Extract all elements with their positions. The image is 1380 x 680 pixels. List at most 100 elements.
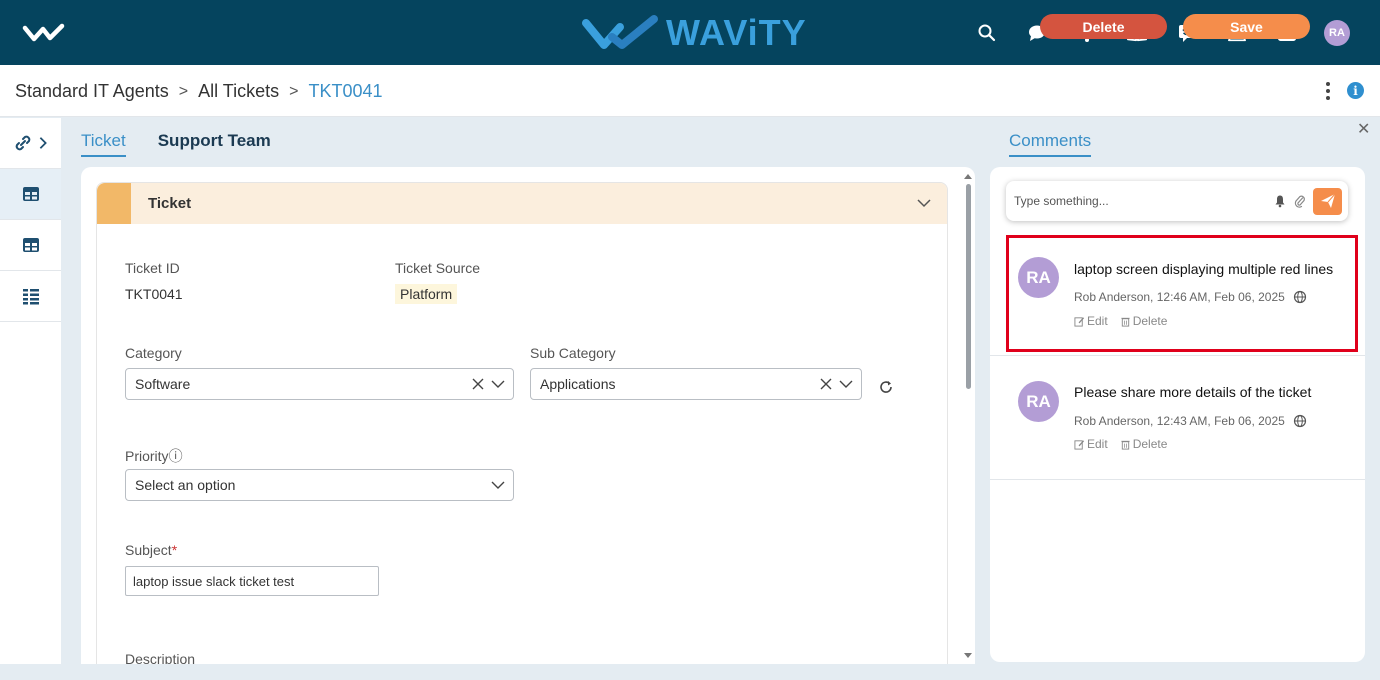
send-button[interactable] bbox=[1313, 187, 1342, 215]
delete-comment-button[interactable]: Delete bbox=[1120, 314, 1167, 328]
sub-category-value: Applications bbox=[540, 376, 616, 392]
search-icon bbox=[978, 24, 996, 42]
top-navigation-bar: WAViTY 12 RA bbox=[0, 0, 1380, 65]
comment-author-time: Rob Anderson, 12:43 AM, Feb 06, 2025 bbox=[1074, 414, 1285, 428]
required-marker: * bbox=[171, 542, 178, 558]
refresh-icon[interactable] bbox=[878, 379, 894, 395]
breadcrumb-all-tickets[interactable]: All Tickets bbox=[198, 81, 279, 102]
comment-actions: Edit Delete bbox=[1074, 437, 1167, 451]
globe-icon bbox=[1293, 290, 1306, 304]
search-button[interactable] bbox=[962, 18, 1012, 48]
avatar: RA bbox=[1018, 381, 1059, 422]
ticket-source-value: Platform bbox=[395, 284, 458, 304]
ticket-section-header[interactable]: Ticket bbox=[97, 183, 947, 224]
send-icon bbox=[1320, 193, 1335, 208]
close-icon[interactable]: ✕ bbox=[1357, 119, 1370, 139]
rail-item-table-2[interactable] bbox=[0, 220, 61, 271]
bell-icon[interactable] bbox=[1273, 194, 1287, 208]
delete-button[interactable]: Delete bbox=[1040, 14, 1167, 39]
globe-icon bbox=[1293, 414, 1306, 428]
scroll-up-arrow[interactable] bbox=[964, 174, 972, 179]
subject-input[interactable]: laptop issue slack ticket test bbox=[125, 566, 379, 596]
chevron-down-icon[interactable] bbox=[491, 377, 505, 391]
ticket-id-value: TKT0041 bbox=[125, 286, 183, 302]
category-value: Software bbox=[135, 376, 191, 392]
table-icon bbox=[22, 187, 39, 201]
rail-item-list[interactable] bbox=[0, 271, 61, 322]
subject-value: laptop issue slack ticket test bbox=[133, 573, 295, 589]
breadcrumb: Standard IT Agents > All Tickets > TKT00… bbox=[15, 81, 383, 102]
rail-link-toggle[interactable] bbox=[0, 118, 61, 169]
breadcrumb-separator: > bbox=[289, 82, 299, 100]
paperclip-icon[interactable] bbox=[1293, 194, 1307, 208]
ticket-section: Ticket Ticket ID TKT0041 Ticket Source P… bbox=[96, 182, 948, 664]
tab-comments[interactable]: Comments bbox=[1009, 131, 1092, 157]
breadcrumb-current-ticket: TKT0041 bbox=[308, 81, 383, 101]
ticket-source-label: Ticket Source bbox=[395, 260, 481, 276]
chevron-down-icon[interactable] bbox=[491, 478, 505, 492]
subject-label: Subject* bbox=[125, 542, 177, 558]
edit-comment-button[interactable]: Edit bbox=[1074, 437, 1108, 451]
breadcrumb-standard-it-agents[interactable]: Standard IT Agents bbox=[15, 81, 169, 102]
ticket-id-label: Ticket ID bbox=[125, 260, 180, 276]
chevron-down-icon[interactable] bbox=[839, 377, 853, 391]
priority-label: Priorityⓘ bbox=[125, 446, 183, 466]
ticket-form-panel: Ticket Ticket ID TKT0041 Ticket Source P… bbox=[81, 167, 975, 664]
comment-meta: Rob Anderson, 12:43 AM, Feb 06, 2025 bbox=[1074, 414, 1307, 428]
user-avatar-button[interactable]: RA bbox=[1312, 18, 1362, 48]
comment-text: laptop screen displaying multiple red li… bbox=[1074, 261, 1334, 277]
wavity-logo-icon[interactable] bbox=[22, 20, 66, 46]
description-label: Description bbox=[125, 651, 196, 664]
chevron-right-icon bbox=[39, 137, 47, 149]
sub-category-select[interactable]: Applications bbox=[530, 368, 862, 400]
scroll-thumb[interactable] bbox=[966, 184, 971, 389]
comment-input[interactable]: Type something... bbox=[1006, 181, 1348, 221]
priority-value: Select an option bbox=[135, 477, 236, 493]
avatar: RA bbox=[1324, 20, 1350, 46]
priority-info-icon[interactable]: ⓘ bbox=[169, 448, 183, 464]
edit-label: Edit bbox=[1087, 437, 1108, 451]
avatar: RA bbox=[1018, 257, 1059, 298]
delete-comment-button[interactable]: Delete bbox=[1120, 437, 1168, 451]
detail-tabs: Ticket Support Team bbox=[81, 131, 271, 157]
list-icon bbox=[22, 289, 39, 305]
info-icon[interactable]: i bbox=[1347, 82, 1364, 99]
priority-select[interactable]: Select an option bbox=[125, 469, 514, 501]
comment-item: RA laptop screen displaying multiple red… bbox=[990, 235, 1365, 356]
category-select[interactable]: Software bbox=[125, 368, 514, 400]
delete-label: Delete bbox=[1132, 437, 1168, 451]
priority-label-text: Priority bbox=[125, 448, 169, 464]
edit-label: Edit bbox=[1087, 314, 1108, 328]
left-rail bbox=[0, 118, 61, 664]
form-scrollbar[interactable] bbox=[963, 172, 973, 664]
comment-item: RA Please share more details of the tick… bbox=[990, 356, 1365, 480]
section-color-tag bbox=[97, 183, 131, 224]
clear-icon[interactable] bbox=[819, 377, 833, 391]
tab-ticket[interactable]: Ticket bbox=[81, 131, 126, 157]
more-options-icon[interactable] bbox=[1320, 79, 1336, 103]
scroll-down-arrow[interactable] bbox=[964, 653, 972, 658]
edit-icon bbox=[1074, 439, 1085, 450]
trash-icon bbox=[1121, 440, 1130, 450]
comment-placeholder: Type something... bbox=[1014, 194, 1109, 208]
brand-check-icon bbox=[582, 15, 658, 49]
tab-support-team[interactable]: Support Team bbox=[158, 131, 271, 157]
comment-author-time: Rob Anderson, 12:46 AM, Feb 06, 2025 bbox=[1074, 290, 1285, 304]
rail-item-table-1[interactable] bbox=[0, 169, 61, 220]
brand-name: WAViTY bbox=[666, 12, 807, 53]
subject-label-text: Subject bbox=[125, 542, 172, 558]
trash-icon bbox=[1121, 317, 1130, 327]
clear-icon[interactable] bbox=[471, 377, 485, 391]
comments-panel: Type something... RA laptop screen displ… bbox=[990, 167, 1365, 662]
chevron-down-icon[interactable] bbox=[917, 196, 931, 210]
edit-comment-button[interactable]: Edit bbox=[1074, 314, 1108, 328]
comment-actions: Edit Delete bbox=[1074, 314, 1167, 328]
save-button[interactable]: Save bbox=[1183, 14, 1310, 39]
category-label: Category bbox=[125, 345, 182, 361]
header-bar: Standard IT Agents > All Tickets > TKT00… bbox=[0, 65, 1380, 117]
brand-logo: WAViTY bbox=[582, 10, 807, 56]
sub-category-label: Sub Category bbox=[530, 345, 616, 361]
comment-meta: Rob Anderson, 12:46 AM, Feb 06, 2025 bbox=[1074, 290, 1307, 304]
section-title: Ticket bbox=[148, 195, 192, 212]
link-icon bbox=[15, 135, 30, 151]
